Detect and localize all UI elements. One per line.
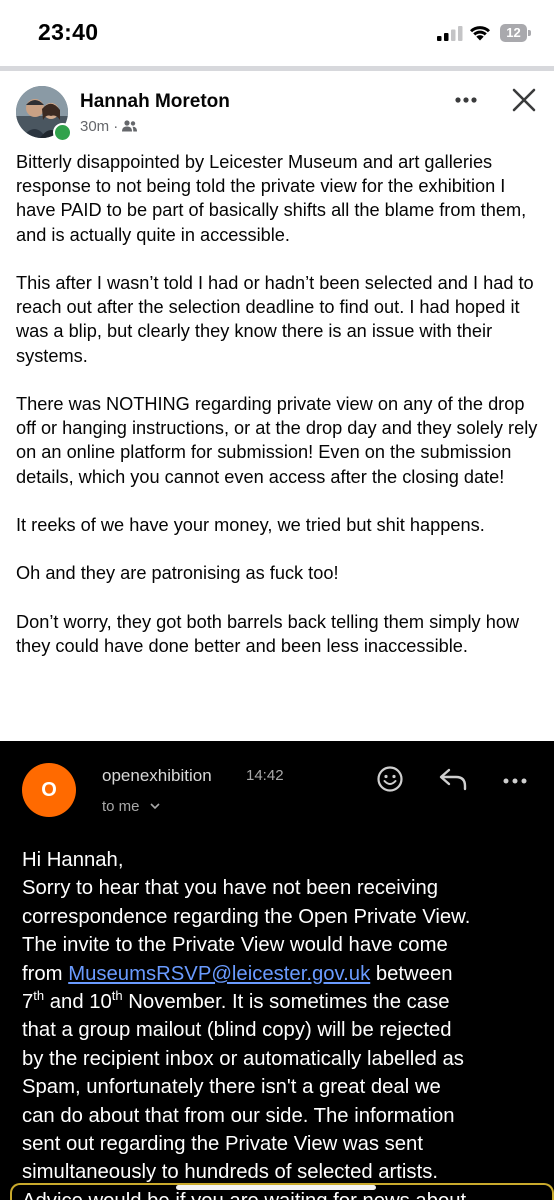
email-line: from MuseumsRSVP@leicester.gov.uk betwee… [22,960,542,988]
email-line: Spam, unfortunately there isn't a great … [22,1076,441,1099]
email-screenshot: O openexhibition 14:42 to me Hi Hannah, … [0,741,554,1200]
post-more-options-icon[interactable] [449,88,483,112]
post-paragraph: Bitterly disappointed by Leicester Museu… [16,152,527,245]
online-status-indicator [53,123,72,142]
post-paragraph: There was NOTHING regarding private view… [16,394,538,487]
ordinal-suffix: th [33,988,45,1004]
email-line: by the recipient inbox or automatically … [22,1047,464,1070]
wifi-icon [470,26,490,41]
friends-icon [122,120,138,132]
email-text: and 10 [44,991,112,1014]
email-body: Hi Hannah, Sorry to hear that you have n… [22,846,542,1200]
email-time: 14:42 [246,767,284,784]
post-meta: 30m · [80,118,138,135]
close-icon[interactable] [510,86,538,114]
ordinal-suffix: th [111,988,123,1004]
post-text: Bitterly disappointed by Leicester Museu… [16,150,541,682]
email-line: can do about that from our side. The inf… [22,1104,455,1127]
email-text: November. It is sometimes the case [122,991,450,1014]
reply-icon[interactable] [438,766,468,792]
email-more-options-icon[interactable] [502,777,528,785]
email-address-link[interactable]: MuseumsRSVP@leicester.gov.uk [68,963,370,985]
meta-separator: · [113,118,119,135]
post-paragraph: Oh and they are patronising as fuck too! [16,563,339,584]
home-indicator[interactable] [176,1185,376,1190]
post-author-name[interactable]: Hannah Moreton [80,91,230,113]
email-line: correspondence regarding the Open Privat… [22,905,471,928]
email-line: sent out regarding the Private View was … [22,1133,423,1156]
battery-icon: 12 [500,24,531,42]
email-line: The invite to the Private View would hav… [22,934,448,957]
post-paragraph: It reeks of we have your money, we tried… [16,515,485,535]
chevron-down-icon [149,803,160,810]
email-text: 7 [22,991,34,1014]
email-text: from [22,962,69,985]
post-paragraph: This after I wasn’t told I had or hadn’t… [16,273,534,366]
emoji-reaction-icon[interactable] [376,765,404,793]
email-line: that a group mailout (blind copy) will b… [22,1019,452,1042]
post-paragraph: Don’t worry, they got both barrels back … [16,611,520,656]
cellular-signal-icon [437,26,463,41]
email-line: 7th and 10th November. It is sometimes t… [22,988,542,1016]
email-line: Hi Hannah, [22,849,124,871]
email-sender[interactable]: openexhibition [102,766,212,786]
email-text: between [370,962,453,985]
recipient-label: to me [102,798,140,815]
sender-avatar[interactable]: O [22,763,76,817]
status-bar: 23:40 12 [0,0,554,66]
post-time[interactable]: 30m [80,118,109,135]
email-recipients[interactable]: to me [102,798,160,815]
top-divider [0,66,554,71]
status-time: 23:40 [38,19,99,45]
email-line: Sorry to hear that you have not been rec… [22,877,439,900]
battery-level: 12 [500,24,527,42]
